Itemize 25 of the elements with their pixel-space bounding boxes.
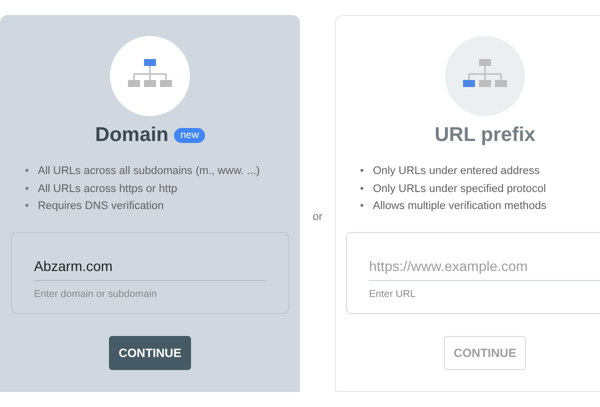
continue-button[interactable]: CONTINUE [108, 336, 192, 370]
bullet-marker: • [360, 199, 364, 214]
input-field[interactable]: https://www.example.com [369, 252, 600, 280]
helper-text: Enter domain or subdomain [34, 288, 157, 300]
card-title: Domain [95, 124, 168, 147]
feature-item: All URLs across https or http [38, 182, 178, 196]
bullet-marker: • [360, 182, 364, 196]
new-badge: new [174, 128, 205, 143]
text-field[interactable]: Abzarm.com Enter domain or subdomain [11, 232, 289, 314]
helper-text: Enter URL [369, 288, 416, 300]
option-card[interactable]: Domain new • All URLs across all subdomains (m., www. ...) • All URLs across https or http • Requires DNS verification Abzarm.com Enter domain or subdomain CONTINUE [0, 15, 300, 392]
feature-item: Only URLs under entered address [372, 164, 540, 179]
bullet-marker: • [25, 182, 29, 196]
text-field[interactable]: https://www.example.com Enter URL [346, 232, 600, 314]
feature-item: All URLs across all subdomains (m., www. ...) [38, 164, 260, 179]
card-title: URL prefix [434, 124, 536, 147]
option-card[interactable]: URL prefix • Only URLs under entered address • Only URLs under specified protocol • Allows multiple verification methods https://www.example.com Enter URL CONTINUE [335, 15, 600, 392]
bullet-marker: • [360, 164, 364, 179]
feature-item: Requires DNS verification [38, 199, 164, 214]
feature-item: Allows multiple verification methods [372, 199, 546, 214]
feature-item: Only URLs under specified protocol [372, 182, 546, 196]
bullet-marker: • [25, 164, 29, 179]
bullet-marker: • [25, 199, 29, 214]
input-field[interactable]: Abzarm.com [34, 252, 266, 280]
separator-text: or [312, 210, 322, 222]
